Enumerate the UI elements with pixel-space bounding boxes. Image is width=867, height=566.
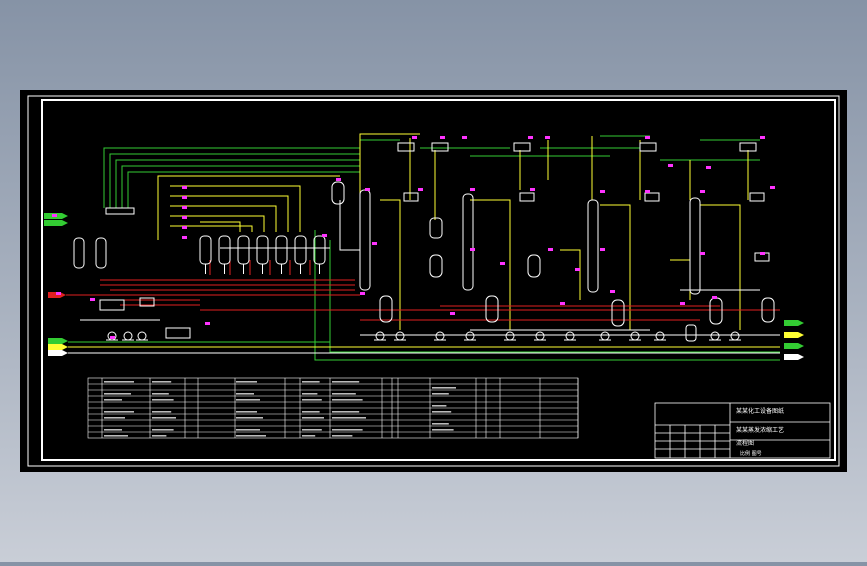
title-footer: 比例 图号 <box>740 450 762 457</box>
title-line-2: 某某蒸发浓缩工艺 <box>736 426 784 434</box>
process-flow-drawing: 某某化工设备图纸 某某蒸发浓缩工艺 流程图 比例 图号 <box>20 90 847 472</box>
cad-viewer: 某某化工设备图纸 某某蒸发浓缩工艺 流程图 比例 图号 <box>0 0 867 562</box>
drawing-canvas <box>20 90 847 472</box>
title-line-3: 流程图 <box>736 439 754 447</box>
title-line-1: 某某化工设备图纸 <box>736 407 784 415</box>
